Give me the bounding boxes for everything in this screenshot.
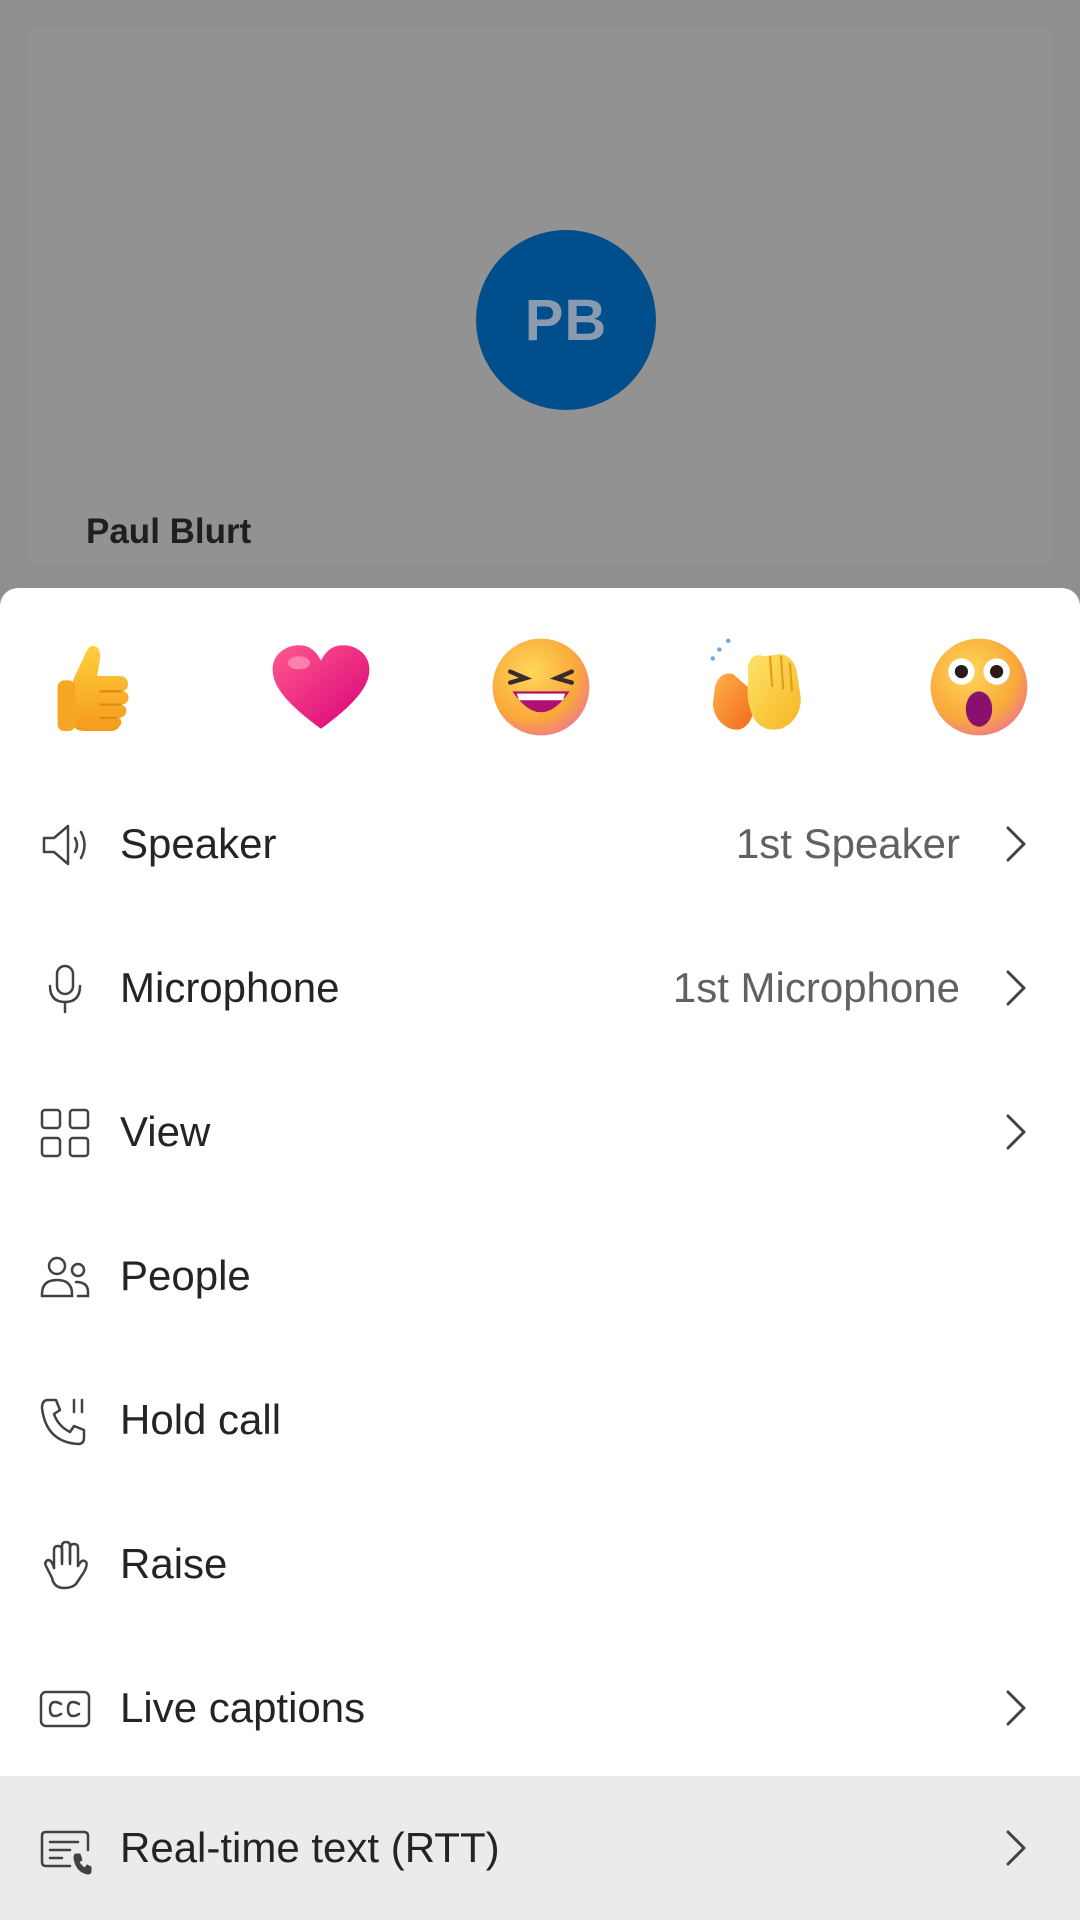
- people-icon: [38, 1250, 92, 1304]
- speaker-value: 1st Speaker: [735, 820, 960, 867]
- video-area: PB Paul Blurt: [0, 0, 1080, 588]
- people-label: People: [120, 1252, 251, 1299]
- view-option[interactable]: View: [0, 1060, 1080, 1204]
- participant-tile[interactable]: PB Paul Blurt: [26, 26, 1054, 564]
- grid-view-icon: [38, 1106, 92, 1160]
- rtt-icon: [38, 1822, 92, 1876]
- clapping-hands-emoji[interactable]: [704, 632, 814, 742]
- speaker-icon: [38, 818, 92, 872]
- live-captions-option[interactable]: Live captions: [0, 1636, 1080, 1780]
- avatar: PB: [476, 230, 656, 410]
- live-captions-label: Live captions: [120, 1684, 366, 1731]
- chevron-right-icon: [996, 1688, 1036, 1728]
- rtt-label: Real-time text (RTT): [120, 1824, 500, 1871]
- chevron-right-icon: [996, 968, 1036, 1008]
- hold-call-label: Hold call: [120, 1396, 282, 1443]
- surprised-face-emoji[interactable]: [924, 632, 1034, 742]
- microphone-label: Microphone: [120, 964, 340, 1011]
- chevron-right-icon: [996, 824, 1036, 864]
- laughing-face-emoji[interactable]: [486, 632, 596, 742]
- heart-emoji[interactable]: [266, 632, 376, 742]
- phone-pause-icon: [38, 1394, 92, 1448]
- hold-call-option[interactable]: Hold call: [0, 1348, 1080, 1492]
- view-label: View: [120, 1108, 211, 1155]
- call-options-sheet: Speaker 1st Speaker Microphone 1st Micro…: [0, 588, 1080, 1920]
- hand-icon: [38, 1538, 92, 1592]
- raise-label: Raise: [120, 1540, 228, 1587]
- chevron-right-icon: [996, 1112, 1036, 1152]
- microphone-icon: [38, 962, 92, 1016]
- microphone-option[interactable]: Microphone 1st Microphone: [0, 916, 1080, 1060]
- reactions-bar: [0, 588, 1080, 778]
- avatar-initials: PB: [524, 287, 608, 353]
- closed-captions-icon: [38, 1682, 92, 1736]
- people-option[interactable]: People: [0, 1204, 1080, 1348]
- speaker-option[interactable]: Speaker 1st Speaker: [0, 772, 1080, 916]
- chevron-right-icon: [996, 1828, 1036, 1868]
- speaker-label: Speaker: [120, 820, 277, 867]
- microphone-value: 1st Microphone: [672, 964, 960, 1011]
- participant-name: Paul Blurt: [86, 512, 252, 551]
- rtt-option[interactable]: Real-time text (RTT): [0, 1776, 1080, 1920]
- thumbs-up-emoji[interactable]: [40, 632, 150, 742]
- raise-hand-option[interactable]: Raise: [0, 1492, 1080, 1636]
